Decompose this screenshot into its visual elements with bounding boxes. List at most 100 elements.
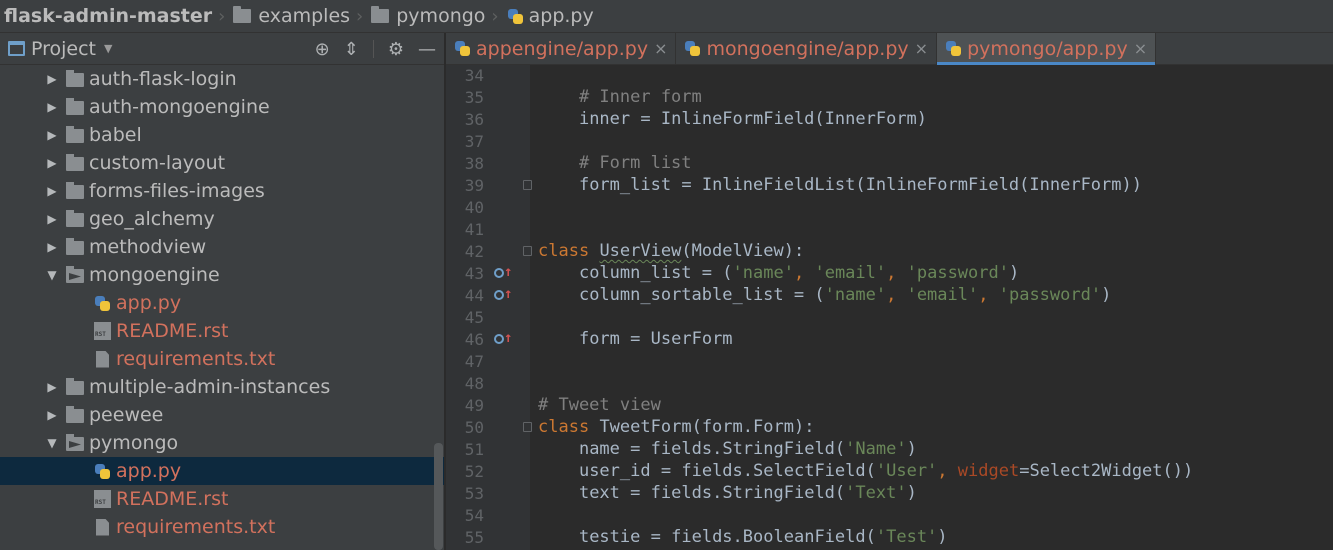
collapsed-arrow-icon[interactable]: ▶ (46, 408, 58, 422)
code-text: class TweetForm(form.Form): (538, 417, 815, 437)
chevron-down-icon[interactable]: ▼ (104, 42, 112, 55)
tree-item-label: README.rst (116, 488, 229, 510)
code-line: 47 (446, 350, 1333, 372)
python-file-icon (94, 295, 111, 312)
folder-icon (233, 6, 252, 23)
collapsed-arrow-icon[interactable]: ▶ (46, 156, 58, 170)
gear-icon[interactable]: ⚙ (388, 39, 404, 60)
tree-item-auth-mongoengine[interactable]: ▶ auth-mongoengine (0, 93, 444, 121)
python-file-icon (684, 40, 701, 57)
line-number: 36 (464, 109, 484, 129)
tree-item-label: geo_alchemy (89, 208, 215, 230)
fold-marker-icon[interactable] (523, 246, 532, 256)
override-marker-icon[interactable]: ↑ (494, 330, 514, 347)
close-icon[interactable]: × (654, 39, 667, 58)
tree-item-app-py[interactable]: app.py (0, 289, 444, 317)
override-marker-icon[interactable]: ↑ (494, 286, 514, 303)
folder-icon (66, 210, 84, 227)
code-text: testie = fields.BooleanField('Test') (578, 527, 948, 547)
code-text: form_list = InlineFieldList(InlineFormFi… (578, 175, 1143, 195)
project-panel: Project ▼ ⊕ ⇕ ⚙ — ▶ auth-flask-login ▶ auth… (0, 33, 445, 550)
collapsed-arrow-icon[interactable]: ▶ (46, 212, 58, 226)
breadcrumb-app-py[interactable]: app.py (503, 0, 600, 33)
line-number: 50 (464, 417, 484, 437)
tree-item-auth-flask-login[interactable]: ▶ auth-flask-login (0, 65, 444, 93)
line-number: 47 (464, 351, 484, 371)
python-file-icon (507, 8, 524, 25)
breadcrumb-separator: › (491, 5, 499, 27)
tree-item-app-py[interactable]: app.py (0, 457, 444, 485)
code-line: 34 (446, 64, 1333, 86)
line-number: 44 (464, 285, 484, 305)
breadcrumb-root-label: flask-admin-master (4, 5, 213, 27)
tree-item-requirements-txt[interactable]: requirements.txt (0, 345, 444, 373)
code-line: 55 testie = fields.BooleanField('Test') (446, 526, 1333, 548)
code-line: 48 (446, 372, 1333, 394)
line-number: 55 (464, 527, 484, 547)
close-icon[interactable]: × (1134, 39, 1147, 58)
collapsed-arrow-icon[interactable]: ▶ (46, 184, 58, 198)
breadcrumb-pymongo[interactable]: pymongo (367, 0, 491, 33)
scroll-from-source-icon[interactable]: ⊕ (315, 39, 330, 60)
editor-tabs: appengine/app.py × mongoengine/app.py × pymo… (446, 33, 1333, 65)
expanded-arrow-icon[interactable]: ▼ (46, 268, 58, 282)
project-window-icon (8, 41, 25, 56)
line-number: 49 (464, 395, 484, 415)
tree-item-methodview[interactable]: ▶ methodview (0, 233, 444, 261)
line-number: 35 (464, 87, 484, 107)
project-toolbar: ⊕ ⇕ ⚙ — (315, 33, 436, 65)
tree-item-label: app.py (116, 292, 182, 314)
text-file-icon (96, 350, 109, 368)
folder-icon (66, 182, 84, 199)
breadcrumb-label: examples (258, 5, 351, 27)
fold-marker-icon[interactable] (523, 180, 532, 190)
collapsed-arrow-icon[interactable]: ▶ (46, 240, 58, 254)
expanded-arrow-icon[interactable]: ▼ (46, 436, 58, 450)
code-view[interactable]: 34 35 # Inner form 36 inner = InlineFormFi… (446, 64, 1333, 548)
editor-area: appengine/app.py × mongoengine/app.py × pymo… (446, 33, 1333, 550)
tree-item-readme-rst[interactable]: README.rst (0, 485, 444, 513)
tree-item-babel[interactable]: ▶ babel (0, 121, 444, 149)
tree-item-label: app.py (116, 460, 182, 482)
folder-icon (66, 378, 84, 395)
editor-tab-mongoengine[interactable]: mongoengine/app.py × (676, 33, 938, 64)
line-number: 39 (464, 175, 484, 195)
code-line: 41 (446, 218, 1333, 240)
breadcrumb-examples[interactable]: examples (229, 0, 356, 33)
tree-item-requirements-txt[interactable]: requirements.txt (0, 513, 444, 541)
tree-item-label: requirements.txt (116, 516, 276, 538)
python-file-icon (454, 40, 471, 57)
breadcrumb-separator: › (218, 5, 226, 27)
tree-item-multiple-admin-instances[interactable]: ▶ multiple-admin-instances (0, 373, 444, 401)
text-file-icon (96, 518, 109, 536)
close-icon[interactable]: × (915, 39, 928, 58)
collapsed-arrow-icon[interactable]: ▶ (46, 100, 58, 114)
project-scrollbar[interactable] (434, 443, 443, 550)
line-number: 42 (464, 241, 484, 261)
code-text: user_id = fields.SelectField('User', wid… (578, 461, 1194, 481)
tree-item-peewee[interactable]: ▶ peewee (0, 401, 444, 429)
collapsed-arrow-icon[interactable]: ▶ (46, 128, 58, 142)
collapse-all-icon[interactable]: ⇕ (344, 39, 359, 60)
override-marker-icon[interactable]: ↑ (494, 264, 514, 281)
code-line: 44 ↑ column_sortable_list = ('name', 'ema… (446, 284, 1333, 306)
tree-item-pymongo[interactable]: ▼ pymongo (0, 429, 444, 457)
project-view-selector[interactable]: Project (31, 38, 96, 60)
fold-marker-icon[interactable] (523, 422, 532, 432)
collapsed-arrow-icon[interactable]: ▶ (46, 380, 58, 394)
hide-panel-icon[interactable]: — (418, 39, 436, 60)
folder-icon (371, 6, 390, 23)
tree-item-mongoengine[interactable]: ▼ mongoengine (0, 261, 444, 289)
tree-item-readme-rst[interactable]: README.rst (0, 317, 444, 345)
collapsed-arrow-icon[interactable]: ▶ (46, 72, 58, 86)
editor-tab-pymongo[interactable]: pymongo/app.py × (937, 33, 1157, 65)
tree-item-forms-files-images[interactable]: ▶ forms-files-images (0, 177, 444, 205)
tree-item-label: babel (89, 124, 142, 146)
tree-item-geo-alchemy[interactable]: ▶ geo_alchemy (0, 205, 444, 233)
tree-item-custom-layout[interactable]: ▶ custom-layout (0, 149, 444, 177)
line-number: 40 (464, 197, 484, 217)
tree-item-label: mongoengine (89, 264, 220, 286)
editor-tab-appengine[interactable]: appengine/app.py × (446, 33, 677, 64)
breadcrumb-root[interactable]: flask-admin-master (0, 0, 218, 33)
python-file-icon (945, 40, 962, 57)
